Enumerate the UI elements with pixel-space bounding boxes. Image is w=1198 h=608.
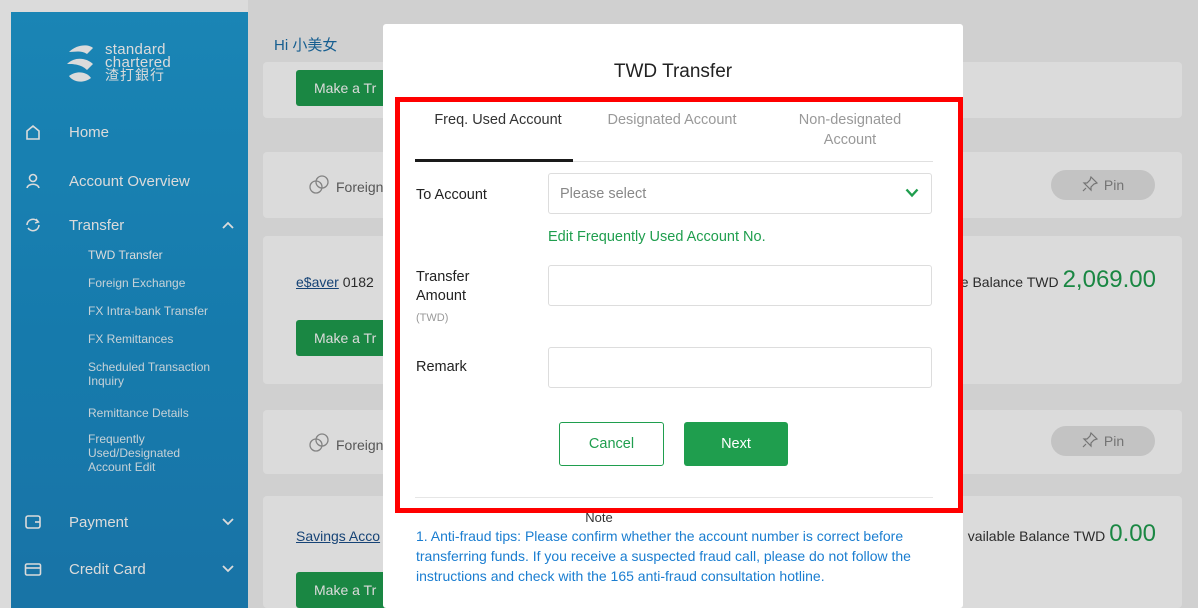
edit-frequently-used-link[interactable]: Edit Frequently Used Account No. (548, 229, 766, 245)
next-button[interactable]: Next (684, 422, 788, 466)
to-account-select[interactable]: Please select (548, 173, 932, 214)
tab-designated-account[interactable]: Designated Account (587, 110, 757, 130)
anti-fraud-note: 1. Anti-fraud tips: Please confirm wheth… (416, 528, 911, 584)
account-type-tabs: Freq. Used Account Designated Account No… (415, 110, 933, 162)
transfer-amount-label: Transfer Amount (TWD) (416, 268, 469, 328)
note-divider (415, 497, 933, 498)
transfer-amount-input[interactable] (548, 265, 932, 306)
modal-title: TWD Transfer (613, 61, 733, 82)
transfer-amount-label-line2: Amount (416, 288, 466, 304)
active-tab-indicator (415, 159, 573, 162)
tab-non-designated-account[interactable]: Non-designated Account (780, 110, 920, 150)
transfer-amount-unit: (TWD) (416, 312, 449, 324)
remark-label: Remark (416, 359, 467, 375)
to-account-placeholder: Please select (560, 185, 647, 202)
remark-input[interactable] (548, 347, 932, 388)
chevron-down-icon (905, 186, 919, 202)
transfer-amount-label-line1: Transfer (416, 269, 470, 285)
tab-freq-used-account[interactable]: Freq. Used Account (423, 110, 573, 130)
to-account-label: To Account (416, 187, 487, 203)
cancel-button[interactable]: Cancel (559, 422, 664, 466)
note-title: Note (585, 510, 613, 525)
